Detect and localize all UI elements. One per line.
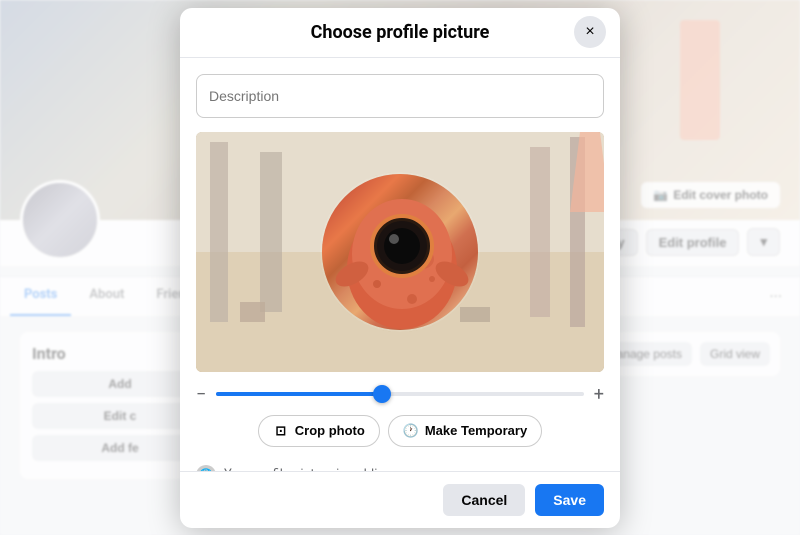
action-buttons-row: ⊡ Crop photo 🕐 Make Temporary	[196, 415, 604, 447]
save-button[interactable]: Save	[535, 484, 604, 516]
privacy-notice: 🌐 Your profile picture is public.	[196, 457, 604, 471]
creature-image	[322, 174, 480, 332]
modal-header: Choose profile picture ×	[180, 8, 620, 58]
crop-photo-button[interactable]: ⊡ Crop photo	[258, 415, 380, 447]
modal-footer: Cancel Save	[180, 471, 620, 528]
modal-title: Choose profile picture	[311, 22, 490, 43]
slider-thumb[interactable]	[373, 385, 391, 403]
crop-icon: ⊡	[273, 423, 289, 439]
zoom-out-icon[interactable]: −	[196, 384, 206, 405]
cancel-button[interactable]: Cancel	[443, 484, 525, 516]
zoom-in-icon[interactable]: +	[594, 384, 604, 405]
description-input[interactable]	[196, 74, 604, 118]
modal-overlay: Choose profile picture ×	[0, 0, 800, 535]
crop-circle[interactable]	[320, 172, 480, 332]
photo-crop-area[interactable]	[196, 132, 604, 372]
slider-fill	[216, 392, 381, 396]
zoom-slider-track[interactable]	[216, 392, 583, 396]
clock-icon: 🕐	[403, 423, 419, 439]
profile-picture-modal: Choose profile picture ×	[180, 8, 620, 528]
crop-circle-content	[322, 174, 478, 330]
make-temporary-button[interactable]: 🕐 Make Temporary	[388, 415, 542, 447]
zoom-slider-row: − +	[196, 384, 604, 405]
modal-close-button[interactable]: ×	[574, 16, 606, 48]
modal-body: − + ⊡ Crop photo 🕐 Make Temporary	[180, 58, 620, 471]
close-icon: ×	[585, 23, 594, 41]
